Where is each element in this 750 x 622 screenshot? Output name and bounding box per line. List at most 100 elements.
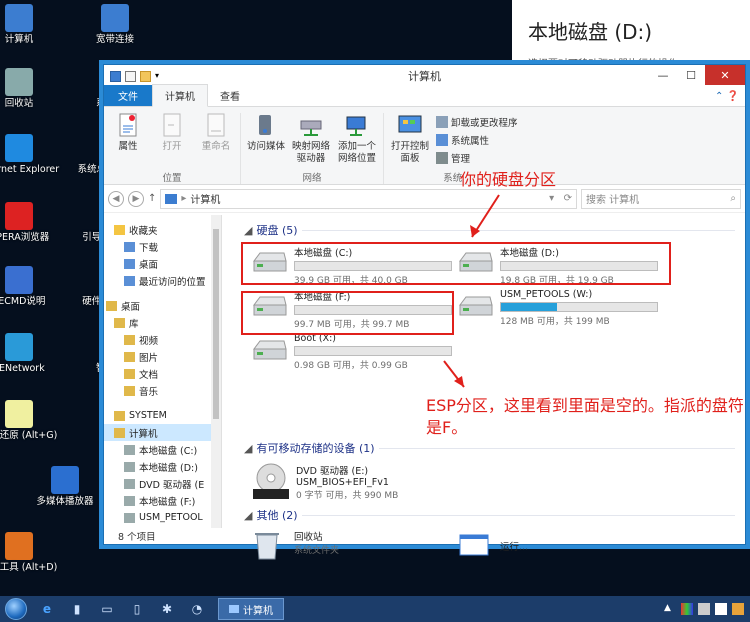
address-bar: ◀ ▶ ↑ ▸ 计算机 ▾ ⟳ 搜索 计算机 ⌕ <box>104 185 745 213</box>
desktop-icon-8[interactable]: PECMD说明 <box>0 266 64 308</box>
drive-item[interactable]: USM_PETOOLS (W:) 128 MB 可用，共 199 MB <box>458 289 658 327</box>
group-hard-drives[interactable]: ◢ 硬盘 (5) <box>244 221 745 239</box>
ie-taskbar-icon[interactable]: e <box>32 598 62 620</box>
nav-item-icon <box>124 444 135 455</box>
desktop-icon-1[interactable]: 宽带连接 <box>70 4 160 46</box>
nav-item-icon <box>124 241 135 252</box>
new-folder-small-icon[interactable] <box>140 70 151 82</box>
drive-usage-bar <box>500 302 658 312</box>
nav-item[interactable]: 视频 <box>104 331 221 348</box>
help-icon <box>5 266 33 294</box>
search-input[interactable]: 搜索 计算机 ⌕ <box>581 188 741 209</box>
desktop-icon-6[interactable]: OPERA浏览器 <box>0 202 64 244</box>
nav-item[interactable]: 桌面 <box>104 297 221 314</box>
esp-partition-highlight <box>241 291 454 335</box>
network-drive-icon <box>298 113 324 139</box>
tool-taskbar-icon[interactable]: ✱ <box>152 598 182 620</box>
ribbon-tabs: 文件 计算机 查看 ⌃ ❓ <box>104 84 745 107</box>
nav-item[interactable]: 库 <box>104 314 221 331</box>
nav-item[interactable]: SYSTEM <box>104 407 221 424</box>
help-icon[interactable]: ⌃ ❓ <box>715 91 739 102</box>
group-other[interactable]: ◢ 其他 (2) <box>244 506 745 524</box>
nav-item[interactable]: 文档 <box>104 365 221 382</box>
nav-item[interactable]: 本地磁盘 (C:) <box>104 441 221 458</box>
up-button[interactable]: ↑ <box>148 193 156 204</box>
back-button[interactable]: ◀ <box>108 190 124 207</box>
open-button[interactable]: 打开 <box>152 113 192 170</box>
drive-usage-bar <box>294 346 452 356</box>
desktop-icon-label: 分区工具 (Alt+D) <box>0 562 58 573</box>
ie-icon <box>5 134 33 162</box>
forward-button[interactable]: ▶ <box>128 190 144 207</box>
group-removable[interactable]: ◢ 有可移动存储的设备 (1) <box>244 439 745 457</box>
address-input[interactable]: ▸ 计算机 ▾ ⟳ <box>160 188 577 209</box>
tab-view[interactable]: 查看 <box>208 85 252 106</box>
recycle-bin-icon <box>5 68 33 96</box>
desktop-icon-2[interactable]: 回收站 <box>0 68 64 110</box>
media-server-icon <box>253 113 279 139</box>
desktop-icon-12[interactable]: 备份还原 (Alt+G) <box>0 400 64 442</box>
close-button[interactable]: ✕ <box>705 65 745 85</box>
nav-item[interactable]: 桌面 <box>104 255 221 272</box>
nav-item-icon <box>124 334 135 345</box>
desktop-icon-label: 多媒体播放器 <box>36 496 94 507</box>
disk-taskbar-icon[interactable]: ◔ <box>182 598 212 620</box>
dvd-drive[interactable]: DVD 驱动器 (E:) USM_BIOS+EFI_Fv1 0 字节 可用，共 99… <box>252 463 452 501</box>
explorer-taskbar-icon[interactable]: ▮ <box>62 598 92 620</box>
desktop-icon-label: 宽带连接 <box>95 34 134 45</box>
tray-arrow-icon[interactable]: ▲ <box>664 603 676 615</box>
desktop-icon-10[interactable]: PENetwork <box>0 333 64 375</box>
taskbar-app-computer[interactable]: 计算机 <box>218 598 284 620</box>
drive-item[interactable]: Boot (X:) 0.98 GB 可用，共 0.99 GB <box>252 333 452 371</box>
cmd-taskbar-icon[interactable]: ▭ <box>92 598 122 620</box>
rename-button[interactable]: 重命名 <box>196 113 236 170</box>
manage-button[interactable]: 管理 <box>436 151 518 165</box>
tab-file[interactable]: 文件 <box>104 85 152 106</box>
map-network-drive-button[interactable]: 映射网络驱动器 <box>291 113 331 170</box>
computer-icon <box>165 193 178 204</box>
dropdown-small-icon[interactable]: ▾ <box>155 71 166 82</box>
nav-item[interactable]: DVD 驱动器 (E <box>104 475 221 492</box>
tray-network-icon[interactable] <box>715 603 727 615</box>
access-media-button[interactable]: 访问媒体 <box>245 113 287 170</box>
computer-small-icon[interactable] <box>110 70 121 82</box>
nav-item[interactable]: 本地磁盘 (F:) <box>104 492 221 509</box>
nav-item[interactable]: 下载 <box>104 238 221 255</box>
ribbon-group-location: 属性 打开 重命名 位置 <box>104 113 241 184</box>
notepad-taskbar-icon[interactable]: ▯ <box>122 598 152 620</box>
system-properties-icon <box>436 134 448 146</box>
nav-item[interactable]: 图片 <box>104 348 221 365</box>
search-icon: ⌕ <box>730 193 736 204</box>
properties-title: 本地磁盘 (D:) <box>528 20 653 44</box>
nav-item[interactable]: USM_PETOOL <box>104 509 221 526</box>
open-icon <box>159 113 185 139</box>
properties-button[interactable]: 属性 <box>108 113 148 170</box>
add-network-location-button[interactable]: 添加一个网络位置 <box>335 113 379 170</box>
nav-item-icon <box>124 351 135 362</box>
desktop-icon-4[interactable]: Internet Explorer <box>0 134 64 176</box>
desktop-icon-0[interactable]: 计算机 <box>0 4 64 46</box>
nav-item[interactable]: 收藏夹 <box>104 221 221 238</box>
nav-item[interactable]: 本地磁盘 (D:) <box>104 458 221 475</box>
desktop-icon-14[interactable]: 分区工具 (Alt+D) <box>0 532 64 574</box>
maximize-button[interactable]: ☐ <box>677 65 705 85</box>
nav-item[interactable]: 计算机 <box>104 424 221 441</box>
desktop-icon-label: PENetwork <box>0 363 45 374</box>
properties-small-icon[interactable] <box>125 70 136 82</box>
desktop-icon-label: OPERA浏览器 <box>0 232 50 243</box>
nav-item[interactable]: 音乐 <box>104 382 221 399</box>
nav-item[interactable]: 最近访问的位置 <box>104 272 221 289</box>
start-button[interactable] <box>0 596 32 622</box>
minimize-button[interactable]: — <box>649 65 677 85</box>
tray-monitor-icon[interactable] <box>681 603 693 615</box>
annotation-hard-drive: 你的硬盘分区 <box>460 170 557 189</box>
tray-pen-icon[interactable] <box>732 603 744 615</box>
tray-speaker-icon[interactable] <box>698 603 710 615</box>
tab-computer[interactable]: 计算机 <box>152 84 208 107</box>
desktop-icon-13[interactable]: 多媒体播放器 <box>20 466 110 508</box>
system-properties-button[interactable]: 系统属性 <box>436 133 518 147</box>
nav-scrollbar[interactable] <box>211 215 221 528</box>
nav-item-icon <box>114 317 125 328</box>
open-control-panel-button[interactable]: 打开控制面板 <box>388 113 432 170</box>
uninstall-program-button[interactable]: 卸载或更改程序 <box>436 115 518 129</box>
